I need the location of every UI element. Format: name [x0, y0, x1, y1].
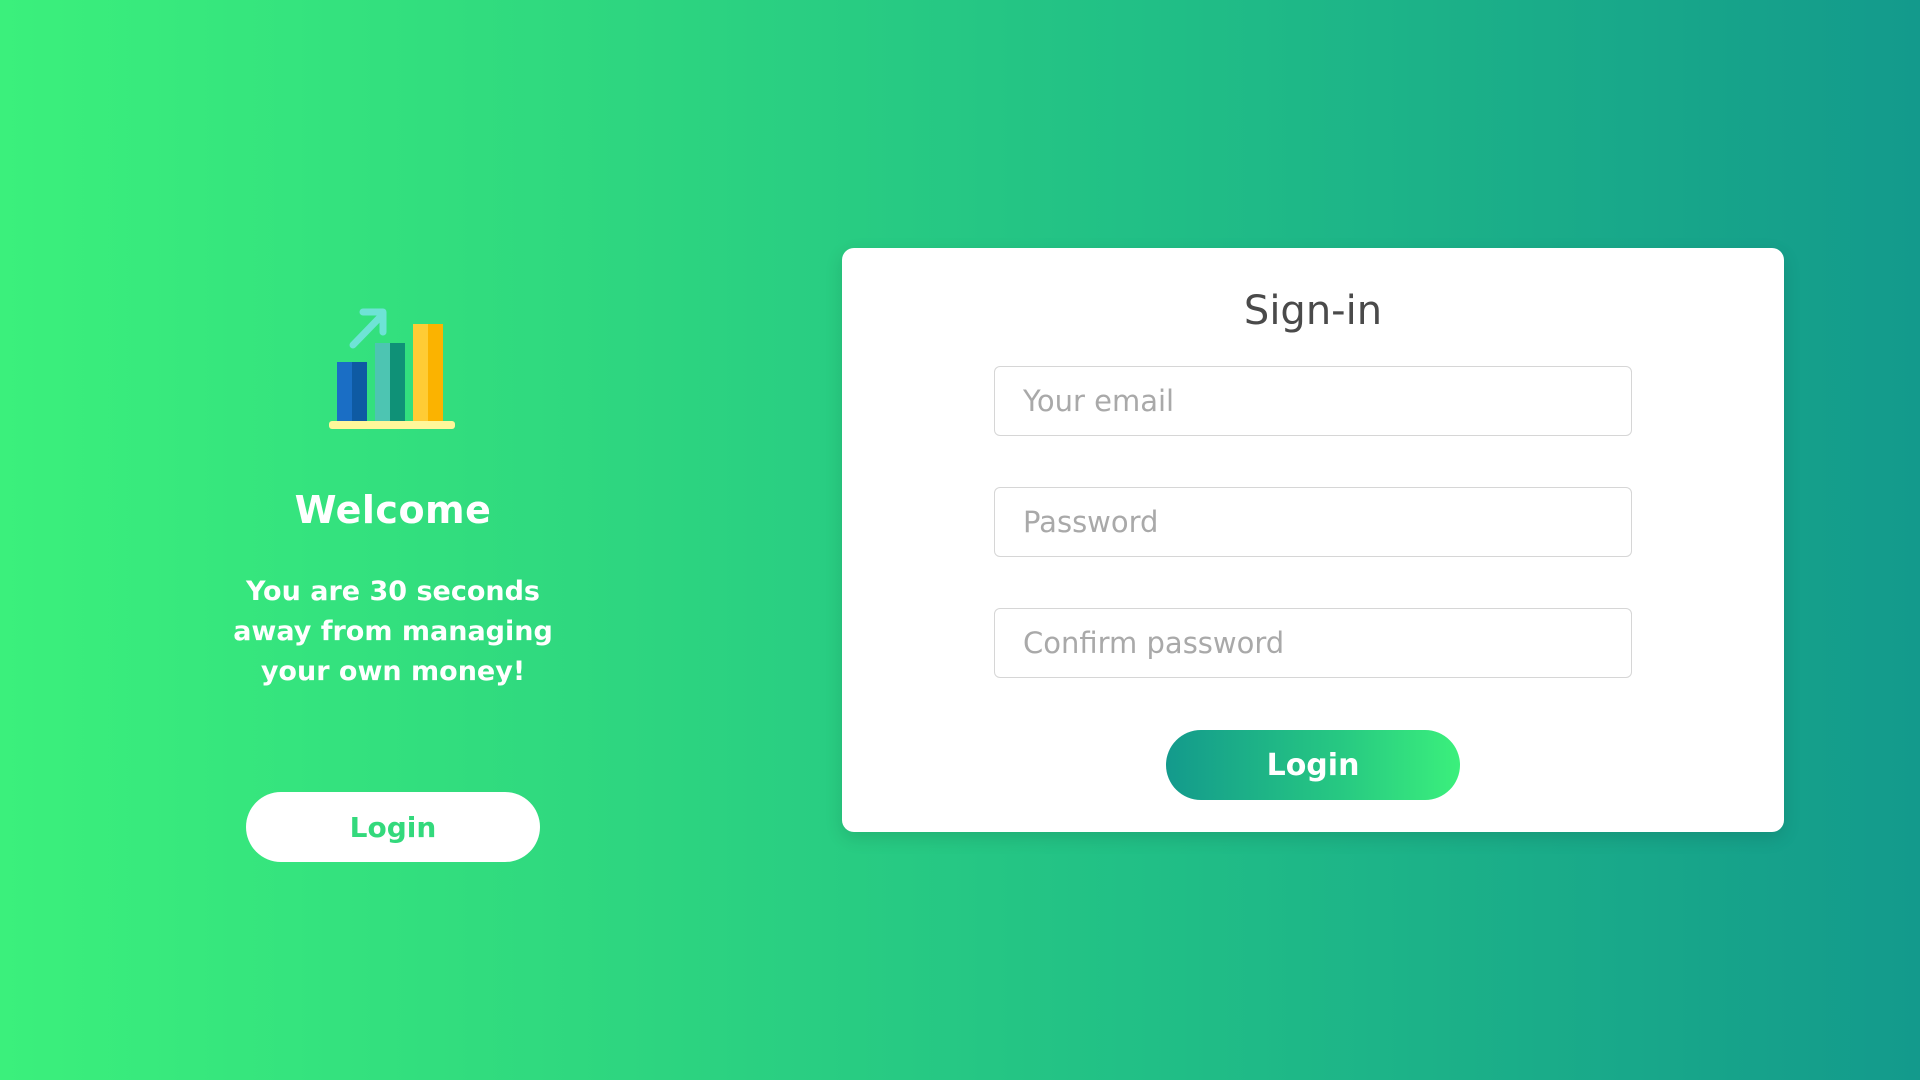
page-background: Welcome You are 30 seconds away from man…: [0, 0, 1920, 1080]
welcome-panel: Welcome You are 30 seconds away from man…: [193, 300, 593, 862]
confirm-password-field[interactable]: [994, 608, 1632, 678]
welcome-message: You are 30 seconds away from managing yo…: [233, 576, 553, 687]
signin-title: Sign-in: [1243, 288, 1383, 334]
email-field[interactable]: [994, 366, 1632, 436]
welcome-title: Welcome: [294, 488, 492, 532]
welcome-login-button[interactable]: Login: [246, 792, 540, 862]
bar-chart-growth-icon: [329, 308, 455, 429]
signin-login-button[interactable]: Login: [1166, 730, 1460, 800]
signin-card: Sign-in Login: [842, 248, 1784, 832]
password-field[interactable]: [994, 487, 1632, 557]
